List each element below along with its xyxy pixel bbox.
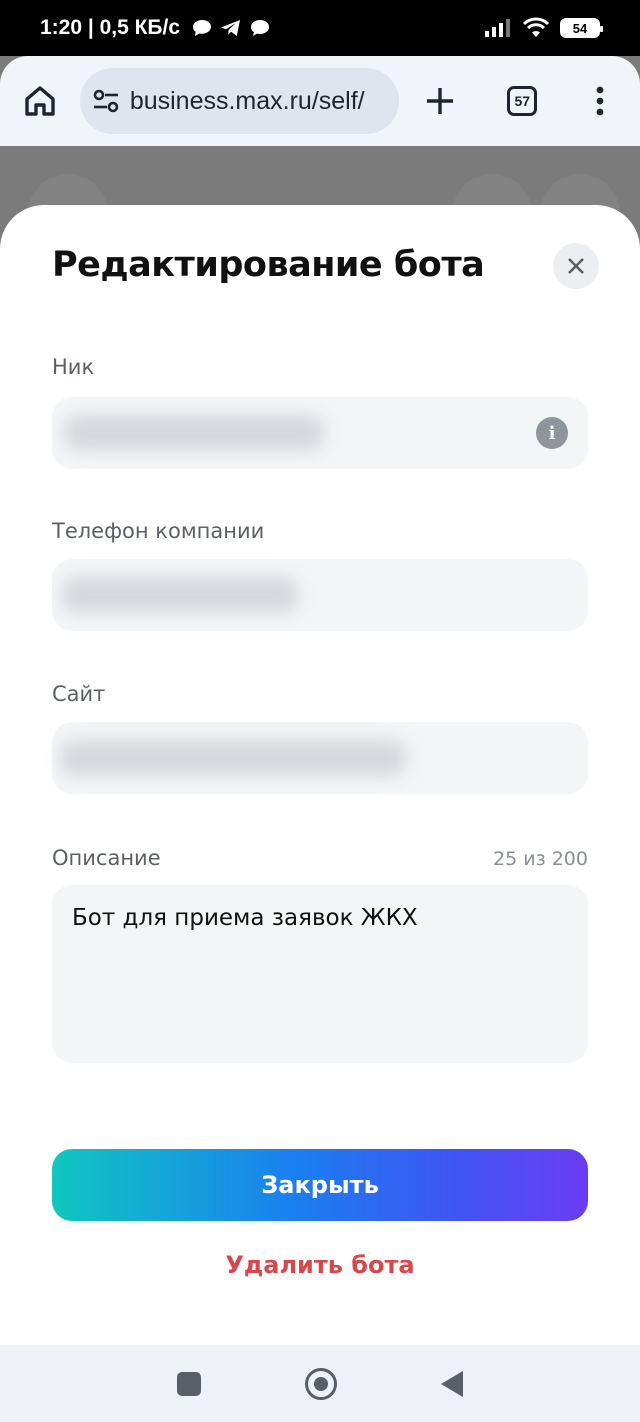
status-left: 1:20 | 0,5 КБ/с [40, 16, 270, 40]
wifi-icon [522, 17, 550, 37]
notification-icons [192, 19, 270, 37]
home-icon [25, 86, 55, 116]
chat-bubble-icon [193, 20, 212, 36]
new-tab-button[interactable] [419, 79, 463, 123]
phone-value-redacted [62, 577, 298, 613]
close-button[interactable]: Закрыть [52, 1149, 588, 1221]
delete-bot-link[interactable]: Удалить бота [0, 1251, 640, 1279]
address-bar[interactable]: business.max.ru/self/ [79, 68, 399, 134]
recents-button[interactable] [177, 1371, 201, 1396]
menu-button[interactable] [578, 79, 622, 123]
description-counter: 25 из 200 [493, 848, 588, 870]
plus-icon [427, 88, 454, 114]
modal-title: Редактирование бота [52, 245, 485, 285]
more-vert-icon [596, 86, 604, 116]
tabs-count: 57 [507, 86, 538, 116]
tabs-button[interactable]: 57 [500, 79, 544, 123]
site-field[interactable] [52, 722, 588, 794]
home-nav-button[interactable] [305, 1367, 337, 1400]
phone-field[interactable] [52, 559, 588, 631]
message-icon [251, 20, 270, 36]
status-time-speed: 1:20 | 0,5 КБ/с [40, 16, 181, 39]
description-label: Описание [52, 846, 161, 870]
url-text[interactable]: business.max.ru/self/ [130, 87, 365, 116]
nick-field[interactable]: i [52, 397, 588, 469]
close-modal-button[interactable] [553, 243, 599, 289]
close-icon [568, 258, 584, 274]
nick-label: Ник [52, 355, 95, 379]
edit-bot-modal: Редактирование бота Ник i Телефон компан… [0, 205, 640, 1345]
phone-label: Телефон компании [52, 519, 265, 543]
telegram-icon [221, 20, 241, 36]
description-textarea[interactable]: Бот для приема заявок ЖКХ [52, 885, 588, 1063]
nick-value-redacted [64, 415, 324, 451]
site-value-redacted [60, 740, 406, 776]
status-bar: 1:20 | 0,5 КБ/с 54 [0, 0, 640, 56]
back-button[interactable] [441, 1370, 463, 1397]
site-settings-icon[interactable] [92, 87, 120, 115]
site-label: Сайт [52, 682, 106, 706]
home-button[interactable] [18, 79, 62, 123]
browser-toolbar: business.max.ru/self/ 57 [0, 56, 640, 146]
description-value: Бот для приема заявок ЖКХ [72, 905, 418, 931]
status-right: 54 [484, 17, 603, 39]
info-icon[interactable]: i [536, 417, 568, 449]
signal-icon [485, 19, 510, 37]
system-nav-bar [0, 1345, 640, 1422]
battery-level: 54 [572, 20, 588, 36]
battery-indicator: 54 [560, 18, 603, 38]
